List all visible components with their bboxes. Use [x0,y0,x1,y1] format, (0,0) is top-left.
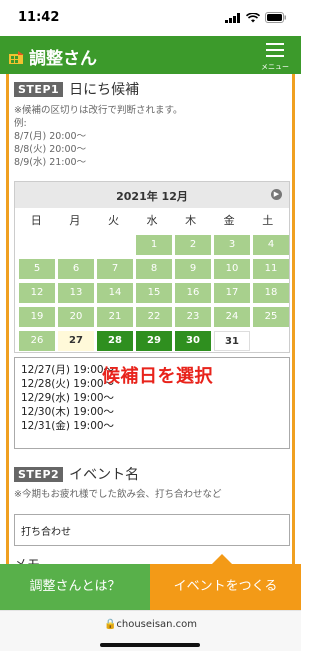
calendar-day[interactable]: 14 [97,283,133,303]
note-line: 8/9(水) 21:00〜 [14,157,87,168]
status-time: 11:42 [18,10,60,25]
calendar-day[interactable]: 19 [19,307,55,327]
weekday-label: 木 [185,214,197,227]
date-candidate-line: 12/29(水) 19:00〜 [21,392,115,404]
calendar-logo-icon [9,50,24,64]
calendar-empty-cell [97,235,133,255]
menu-button[interactable]: メニュー [259,42,291,72]
about-button[interactable]: 調整さんとは？ [0,564,150,610]
calendar-day[interactable]: 8 [136,259,172,279]
calendar-day[interactable]: 6 [58,259,94,279]
calendar-day[interactable]: 24 [214,307,250,327]
weekday-label: 火 [107,214,119,227]
create-pointer [212,554,232,564]
form-content: STEP1 日にち候補 ※候補の区切りは改行で判断されます。 例: 8/7(月)… [6,74,295,564]
calendar-empty-cell [19,235,55,255]
date-candidate-line: 12/31(金) 19:00〜 [21,420,115,432]
calendar-day[interactable]: 20 [58,307,94,327]
logo-text: 調整さん [29,49,97,69]
step1-badge: STEP1 [14,81,64,97]
calendar-day[interactable]: 5 [19,259,55,279]
status-bar: 11:42 [0,0,301,36]
select-dates-callout: 候補日を選択 [102,366,213,387]
calendar-day[interactable]: 21 [97,307,133,327]
calendar-day[interactable]: 2 [175,235,211,255]
calendar-day[interactable]: 23 [175,307,211,327]
calendar-day[interactable]: 18 [253,283,289,303]
next-month-icon[interactable]: ▶ [271,189,282,200]
calendar-empty-cell [253,331,289,351]
weekday-label: 月 [69,214,81,227]
step1-title: 日にち候補 [69,82,140,98]
hamburger-icon [266,43,284,57]
calendar-day[interactable]: 15 [136,283,172,303]
calendar-day[interactable]: 29 [136,331,172,351]
calendar-header: 2021年 12月 ▶ [15,182,289,208]
calendar-day[interactable]: 13 [58,283,94,303]
app-header: 調整さん メニュー [0,36,301,74]
calendar-day[interactable]: 9 [175,259,211,279]
logo[interactable]: 調整さん [8,44,97,69]
step1-note: ※候補の区切りは改行で判断されます。 例: 8/7(月) 20:00〜 8/8(… [14,104,183,169]
calendar-day[interactable]: 26 [19,331,55,351]
calendar-day[interactable]: 27 [58,331,94,351]
bottom-action-bar: 調整さんとは？ イベントをつくる [0,564,301,610]
calendar-grid: 1 2 3 4 5 6 7 8 9 10 11 12 13 14 15 16 17 18 19 20 21 22 23 24 2… [15,232,289,351]
event-name-input[interactable]: 打ち合わせ [14,514,290,546]
calendar-day[interactable]: 31 [214,331,250,351]
battery-icon [265,12,286,23]
home-indicator [100,643,200,647]
browser-url-bar[interactable]: 🔒chouseisan.com [0,610,301,651]
weekday-label: 土 [262,214,274,227]
calendar-day[interactable]: 1 [136,235,172,255]
calendar-day[interactable]: 30 [175,331,211,351]
step2-title: イベント名 [69,467,140,483]
calendar-month-title: 2021年 12月 [116,190,188,203]
signal-icon [225,12,240,23]
note-line: 8/8(火) 20:00〜 [14,144,87,155]
step2-note: ※今期もお疲れ様でした飲み会、打ち合わせなど [14,489,222,500]
calendar-day[interactable]: 25 [253,307,289,327]
weekday-label: 金 [223,214,235,227]
calendar-empty-cell [58,235,94,255]
calendar-day[interactable]: 10 [214,259,250,279]
lock-icon: 🔒 [103,619,117,630]
url-text: 🔒chouseisan.com [0,619,301,630]
calendar-day[interactable]: 4 [253,235,289,255]
step1-heading: STEP1 日にち候補 [14,79,139,99]
date-candidate-line: 12/30(木) 19:00〜 [21,406,115,418]
wifi-icon [246,12,260,22]
status-icons [225,12,287,23]
memo-label: メモ [14,554,40,564]
calendar-day[interactable]: 7 [97,259,133,279]
calendar-day[interactable]: 3 [214,235,250,255]
url-domain: chouseisan.com [116,619,198,630]
create-event-button[interactable]: イベントをつくる [150,564,301,610]
calendar-day[interactable]: 11 [253,259,289,279]
calendar-day[interactable]: 17 [214,283,250,303]
menu-label: メニュー [261,63,289,71]
calendar: 2021年 12月 ▶ 日 月 火 水 木 金 土 1 2 3 4 5 6 7 8 9 10 11 1… [14,181,290,353]
step2-badge: STEP2 [14,466,64,482]
calendar-day[interactable]: 16 [175,283,211,303]
calendar-weekdays: 日 月 火 水 木 金 土 [15,212,289,232]
calendar-day[interactable]: 22 [136,307,172,327]
calendar-day[interactable]: 28 [97,331,133,351]
weekday-label: 日 [30,214,42,227]
note-line: ※候補の区切りは改行で判断されます。 [14,105,183,116]
note-line: 8/7(月) 20:00〜 [14,131,87,142]
step2-heading: STEP2 イベント名 [14,464,139,484]
calendar-day[interactable]: 12 [19,283,55,303]
weekday-label: 水 [146,214,158,227]
note-line: 例: [14,118,27,129]
